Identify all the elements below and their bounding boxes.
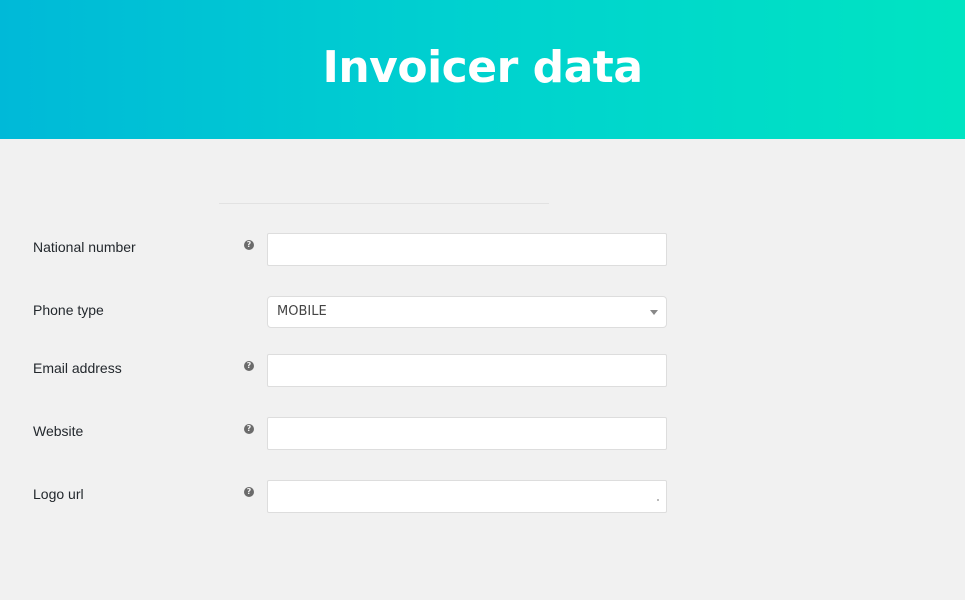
logo-url-textarea[interactable]: [267, 480, 667, 513]
help-icon[interactable]: ?: [244, 361, 254, 371]
help-icon[interactable]: ?: [244, 424, 254, 434]
email-row: Email address ?: [0, 354, 965, 388]
website-label: Website: [33, 423, 84, 439]
resize-handle-icon[interactable]: [657, 499, 659, 501]
email-input[interactable]: [267, 354, 667, 387]
logo-url-row: Logo url ?: [0, 480, 965, 514]
website-row: Website ?: [0, 417, 965, 451]
phone-type-select[interactable]: MOBILE: [267, 296, 667, 328]
help-icon[interactable]: ?: [244, 240, 254, 250]
logo-url-label: Logo url: [33, 486, 84, 502]
help-icon[interactable]: ?: [244, 487, 254, 497]
phone-type-selected-value: MOBILE: [277, 304, 327, 319]
section-divider: [219, 203, 549, 204]
chevron-down-icon: [650, 310, 658, 315]
email-label: Email address: [33, 360, 122, 376]
phone-type-label: Phone type: [33, 302, 104, 318]
national-number-input[interactable]: [267, 233, 667, 266]
page-header: Invoicer data: [0, 0, 965, 139]
phone-type-row: Phone type MOBILE: [0, 296, 965, 330]
website-input[interactable]: [267, 417, 667, 450]
national-number-row: National number ?: [0, 233, 965, 267]
page-title: Invoicer data: [322, 42, 643, 93]
national-number-label: National number: [33, 239, 136, 255]
